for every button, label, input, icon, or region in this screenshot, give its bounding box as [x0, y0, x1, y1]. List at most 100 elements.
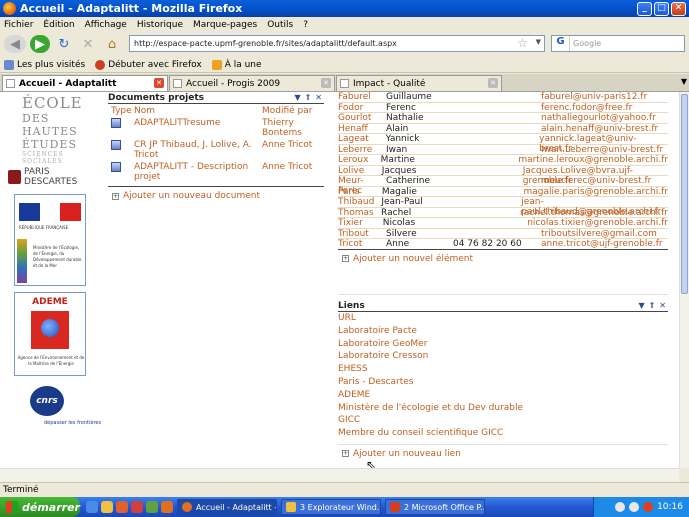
panel-menu-icon[interactable]: ▼ [638, 301, 644, 310]
bookmark-headlines[interactable]: À la une [211, 59, 262, 70]
search-box[interactable]: G Google [551, 35, 685, 52]
member-row[interactable]: Tricot Anne 04 76 82 20 60 anne.tricot@ujf-… [338, 239, 668, 250]
close-tab-icon[interactable]: ✕ [154, 78, 164, 88]
member-last-name[interactable]: Tribout [338, 229, 386, 239]
member-row[interactable]: Fodor Ferenc ferenc.fodor@free.fr [338, 103, 668, 113]
member-email[interactable]: martine.leroux@grenoble.archi.fr [518, 155, 668, 165]
ministere-ecologie-logo[interactable]: RÉPUBLIQUE FRANÇAISE Ministère de l'Écol… [14, 194, 86, 286]
link-item[interactable]: EHESS [338, 363, 668, 376]
bookmark-most-visited[interactable]: Les plus visités [4, 59, 85, 70]
ehess-logo[interactable]: ÉCOLE DES HAUTES ÉTUDES SCIENCES SOCIALE… [22, 94, 97, 165]
add-link-link[interactable]: + Ajouter un nouveau lien [342, 449, 668, 459]
member-last-name[interactable]: Tixier [338, 218, 383, 228]
bookmark-getting-started[interactable]: Débuter avec Firefox [95, 59, 202, 70]
document-name[interactable]: ADAPTALITTresume [134, 118, 262, 138]
document-row[interactable]: CR JP Thibaud, J. Lolive, A. Tricot Anne… [108, 140, 324, 160]
reload-button[interactable]: ↻ [54, 35, 74, 53]
address-dropdown-icon[interactable]: ▼ [536, 38, 541, 46]
add-document-link[interactable]: + Ajouter un nouveau document [112, 191, 324, 201]
link-item[interactable]: Membre du conseil scientifique GICC [338, 427, 668, 440]
member-row[interactable]: Leberre Iwan Iwan.Leberre@univ-brest.fr [338, 145, 668, 155]
quick-launch-icon[interactable] [161, 501, 173, 513]
member-row[interactable]: Thomas Rachel rachel.thomas@grenoble.archi… [338, 208, 668, 218]
member-email[interactable]: nathaliegourlot@yahoo.fr [541, 113, 656, 123]
member-row[interactable]: Faburel Guillaume faburel@univ-paris12.fr [338, 92, 668, 103]
menu-marque-pages[interactable]: Marque-pages [193, 20, 257, 30]
member-last-name[interactable]: Leberre [338, 145, 386, 155]
member-last-name[interactable]: Lageat [338, 134, 386, 144]
cnrs-logo[interactable]: cnrs dépasser les frontières [24, 386, 104, 436]
member-email[interactable]: magalie.paris@grenoble.archi.fr [523, 187, 668, 197]
volume-icon[interactable] [629, 502, 640, 512]
tab-accueil-progis[interactable]: Accueil - Progis 2009 ✕ [169, 75, 335, 91]
member-email[interactable]: meurferec@univ-brest.fr [541, 176, 651, 186]
menu-outils[interactable]: Outils [267, 20, 293, 30]
link-item[interactable]: Ministère de l'écologie et du Dev durabl… [338, 402, 668, 415]
links-url-column[interactable]: URL [338, 312, 668, 325]
bookmark-star-icon[interactable]: ☆ [517, 36, 528, 50]
document-author[interactable]: Anne Tricot [262, 162, 322, 182]
member-row[interactable]: Meur-Ferec Catherine meurferec@univ-brest.… [338, 176, 668, 196]
menu-help[interactable]: ? [303, 20, 308, 30]
document-row[interactable]: ADAPTALITT - Description projet Anne Tri… [108, 162, 324, 182]
member-row[interactable]: Tribout Silvere triboutsilvere@gmail.com [338, 229, 668, 239]
panel-collapse-icon[interactable]: ⇑ [305, 93, 312, 102]
member-email[interactable]: ferenc.fodor@free.fr [541, 103, 632, 113]
panel-close-icon[interactable]: ✕ [659, 301, 666, 310]
menu-edition[interactable]: Édition [43, 20, 74, 30]
member-last-name[interactable]: Thomas [338, 208, 381, 218]
back-button[interactable]: ◀ [4, 35, 26, 53]
paris-descartes-logo[interactable]: PARIS DESCARTES [8, 167, 100, 187]
quick-launch-icon[interactable] [116, 501, 128, 513]
member-last-name[interactable]: Leroux [338, 155, 381, 165]
member-last-name[interactable]: Faburel [338, 92, 386, 102]
quick-launch-icon[interactable] [101, 501, 113, 513]
member-email[interactable]: faburel@univ-paris12.fr [541, 92, 647, 102]
member-last-name[interactable]: Henaff [338, 124, 386, 134]
member-row[interactable]: Tixier Nicolas nicolas.tixier@grenoble.arc… [338, 218, 668, 229]
network-icon[interactable] [615, 502, 626, 512]
link-item[interactable]: Paris - Descartes [338, 376, 668, 389]
member-last-name[interactable]: Meur-Ferec [338, 176, 386, 196]
member-row[interactable]: Lageat Yannick yannick.lageat@univ-brest.f… [338, 134, 668, 154]
menu-fichier[interactable]: Fichier [4, 20, 33, 30]
ademe-logo[interactable]: ADEME Agence de l'Environnement et de la… [14, 292, 86, 376]
link-item[interactable]: Laboratoire GeoMer [338, 338, 668, 351]
quick-launch-icon[interactable] [86, 501, 98, 513]
link-item[interactable]: ADEME [338, 389, 668, 402]
panel-close-icon[interactable]: ✕ [315, 93, 322, 102]
menu-affichage[interactable]: Affichage [85, 20, 127, 30]
member-last-name[interactable]: Thibaud [338, 197, 381, 207]
member-row[interactable]: Lolive Jacques Jacques.Lolive@bvra.ujf-gre… [338, 166, 668, 186]
member-email[interactable]: yannick.lageat@univ-brest.fr [539, 134, 668, 154]
document-name[interactable]: CR JP Thibaud, J. Lolive, A. Tricot [134, 140, 262, 160]
member-email[interactable]: triboutsilvere@gmail.com [541, 229, 657, 239]
security-icon[interactable] [643, 502, 654, 512]
column-type[interactable]: Type [108, 106, 134, 116]
stop-button[interactable]: ✕ [78, 35, 98, 53]
member-row[interactable]: Henaff Alain alain.henaff@univ-brest.fr [338, 124, 668, 134]
column-name[interactable]: Nom [134, 106, 262, 116]
member-last-name[interactable]: Paris [338, 187, 382, 197]
member-row[interactable]: Thibaud Jean-Paul jean-paul.thibaud@grenob… [338, 197, 668, 217]
document-author[interactable]: Anne Tricot [262, 140, 322, 160]
column-modified-by[interactable]: Modifié par [262, 106, 312, 116]
horizontal-scrollbar[interactable] [0, 468, 679, 482]
address-bar[interactable]: http://espace-pacte.upmf-grenoble.fr/sit… [129, 35, 545, 52]
member-email[interactable]: Jacques.Lolive@bvra.ujf-grenoble.fr [523, 166, 668, 186]
member-email[interactable]: nicolas.tixier@grenoble.archi.fr [527, 218, 668, 228]
home-button[interactable]: ⌂ [102, 35, 122, 53]
member-last-name[interactable]: Fodor [338, 103, 386, 113]
taskbar-firefox[interactable]: Accueil - Adaptalitt - ... [177, 499, 277, 515]
member-email[interactable]: jean-paul.thibaud@grenoble.archi.fr [521, 197, 668, 217]
maximize-button[interactable]: □ [654, 1, 669, 16]
panel-menu-icon[interactable]: ▼ [294, 93, 300, 102]
member-email[interactable]: anne.tricot@ujf-grenoble.fr [541, 239, 663, 249]
forward-button[interactable]: ▶ [30, 35, 50, 53]
taskbar-office[interactable]: 2 Microsoft Office P... [385, 499, 485, 515]
member-last-name[interactable]: Gourlot [338, 113, 386, 123]
document-name[interactable]: ADAPTALITT - Description projet [134, 162, 262, 182]
close-tab-icon[interactable]: ✕ [488, 78, 498, 88]
tab-impact-qualite[interactable]: Impact - Qualité ✕ [336, 75, 502, 91]
close-tab-icon[interactable]: ✕ [321, 78, 331, 88]
